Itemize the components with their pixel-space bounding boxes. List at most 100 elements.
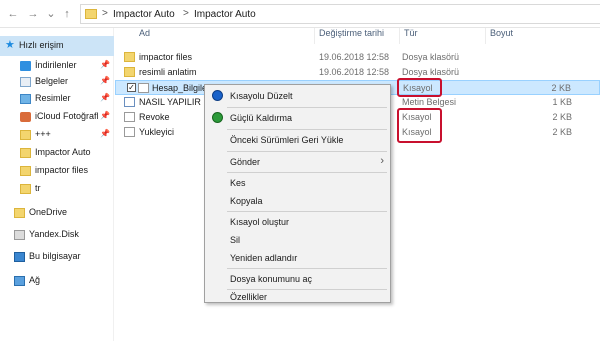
- documents-icon: [20, 77, 31, 87]
- folder-icon: [20, 184, 31, 194]
- address-field[interactable]: > Impactor Auto > Impactor Auto: [80, 4, 600, 24]
- back-arrow-icon[interactable]: ←: [6, 6, 20, 22]
- folder-icon: [20, 130, 31, 140]
- file-type: Dosya klasörü: [402, 52, 460, 62]
- menu-item-label: Kes: [230, 178, 246, 188]
- column-header-name[interactable]: Ad: [139, 28, 150, 42]
- menu-item-create-shortcut[interactable]: Kısayol oluştur: [205, 213, 390, 231]
- menu-separator: [227, 268, 387, 269]
- file-size: 2 KB: [551, 83, 571, 93]
- folder-icon: [124, 52, 135, 62]
- breadcrumb-separator: >: [183, 8, 189, 19]
- file-name: Yukleyici: [139, 127, 175, 137]
- file-row[interactable]: impactor files 19.06.2018 12:58 Dosya kl…: [115, 50, 600, 65]
- pin-icon[interactable]: 📌: [100, 129, 110, 138]
- navigation-pane: ★ Hızlı erişim İndirilenler 📌 Belgeler 📌…: [0, 28, 114, 341]
- column-header-date[interactable]: Değiştirme tarihi: [319, 28, 384, 42]
- onedrive-icon: [14, 208, 25, 218]
- sidebar-item-quick-access[interactable]: ★ Hızlı erişim: [0, 36, 114, 56]
- menu-item-label: Kopyala: [230, 196, 263, 206]
- breadcrumb-item[interactable]: Impactor Auto: [113, 9, 175, 20]
- download-icon: [20, 61, 31, 71]
- menu-item-copy[interactable]: Kopyala: [205, 192, 390, 210]
- menu-separator: [227, 129, 387, 130]
- menu-item-label: Dosya konumunu aç: [230, 274, 313, 284]
- sidebar-item-label: tr: [35, 183, 41, 193]
- submenu-arrow-icon: ›: [380, 155, 384, 167]
- sidebar-item-tr[interactable]: tr: [0, 179, 114, 199]
- menu-separator: [227, 211, 387, 212]
- sidebar-item-label: iCloud Fotoğrafl: [35, 111, 99, 121]
- checkbox-icon[interactable]: ✓: [127, 83, 136, 92]
- menu-item-send-to[interactable]: Gönder ›: [205, 153, 390, 171]
- highlight-box: [397, 108, 442, 143]
- sidebar-item-icloud-photos[interactable]: iCloud Fotoğrafl 📌: [0, 107, 114, 127]
- pin-icon[interactable]: 📌: [100, 60, 110, 69]
- up-arrow-icon[interactable]: ↑: [60, 6, 74, 22]
- file-type: Dosya klasörü: [402, 67, 460, 77]
- shortcut-icon: [138, 83, 149, 93]
- forward-arrow-icon[interactable]: →: [26, 6, 40, 22]
- menu-item-label: Güçlü Kaldırma: [230, 113, 293, 123]
- menu-item-rename[interactable]: Yeniden adlandır: [205, 249, 390, 267]
- column-divider[interactable]: [399, 28, 400, 44]
- icloud-icon: [20, 112, 31, 122]
- pin-icon[interactable]: 📌: [100, 93, 110, 102]
- menu-item-delete[interactable]: Sil: [205, 231, 390, 249]
- menu-separator: [227, 172, 387, 173]
- breadcrumb-item[interactable]: Impactor Auto: [194, 9, 256, 20]
- uninstall-icon: [212, 112, 223, 123]
- menu-item-restore-versions[interactable]: Önceki Sürümleri Geri Yükle: [205, 131, 390, 149]
- sidebar-item-network[interactable]: Ağ: [0, 271, 114, 291]
- menu-item-label: Yeniden adlandır: [230, 253, 298, 263]
- highlight-box: [397, 78, 442, 97]
- sidebar-item-label: Ağ: [29, 275, 41, 285]
- menu-item-label: Kısayol oluştur: [230, 217, 290, 227]
- folder-icon: [20, 166, 31, 176]
- folder-icon: [124, 67, 135, 77]
- file-name: resimli anlatim: [139, 67, 197, 77]
- recent-locations-icon[interactable]: ⌄: [44, 6, 58, 22]
- text-document-icon: [124, 97, 135, 107]
- network-icon: [14, 276, 25, 286]
- sidebar-item-label: Yandex.Disk: [29, 229, 79, 239]
- context-menu: Kısayolu Düzelt Güçlü Kaldırma Önceki Sü…: [204, 84, 391, 303]
- menu-item-label: Kısayolu Düzelt: [230, 91, 293, 101]
- menu-separator: [227, 151, 387, 152]
- sidebar-item-impactor-auto[interactable]: Impactor Auto: [0, 143, 114, 163]
- file-size: 2 KB: [552, 112, 572, 122]
- sidebar-item-label: impactor files: [35, 165, 89, 175]
- menu-item-label: Gönder: [230, 157, 261, 167]
- sidebar-item-impactor-files[interactable]: impactor files: [0, 161, 114, 181]
- menu-item-force-uninstall[interactable]: Güçlü Kaldırma: [205, 109, 390, 127]
- yandex-disk-icon: [14, 230, 25, 240]
- menu-item-properties[interactable]: Özellikler: [205, 284, 390, 302]
- sidebar-item-label: Hızlı erişim: [19, 40, 64, 50]
- file-type: Metin Belgesi: [402, 97, 457, 107]
- sidebar-item-this-pc[interactable]: Bu bilgisayar: [0, 247, 114, 267]
- shortcut-icon: [124, 112, 135, 122]
- menu-separator: [227, 107, 387, 108]
- menu-item-label: Özellikler: [230, 292, 268, 302]
- menu-item-label: Sil: [230, 235, 241, 245]
- sidebar-item-yandex-disk[interactable]: Yandex.Disk: [0, 225, 114, 245]
- sidebar-item-plus[interactable]: +++ 📌: [0, 125, 114, 145]
- fix-shortcut-icon: [212, 90, 223, 101]
- file-size: 1 KB: [552, 97, 572, 107]
- column-header-size[interactable]: Boyut: [490, 28, 513, 42]
- computer-icon: [14, 252, 25, 262]
- sidebar-item-label: İndirilenler: [35, 60, 77, 70]
- column-header-type[interactable]: Tür: [404, 28, 418, 42]
- menu-item-cut[interactable]: Kes: [205, 174, 390, 192]
- file-size: 2 KB: [552, 127, 572, 137]
- column-divider[interactable]: [314, 28, 315, 44]
- pin-icon[interactable]: 📌: [100, 111, 110, 120]
- sidebar-item-pictures[interactable]: Resimler 📌: [0, 89, 114, 109]
- menu-item-fix-shortcut[interactable]: Kısayolu Düzelt: [205, 87, 390, 105]
- pin-icon[interactable]: 📌: [100, 76, 110, 85]
- sidebar-item-label: OneDrive: [29, 207, 68, 217]
- pictures-icon: [20, 94, 31, 104]
- column-divider[interactable]: [485, 28, 486, 44]
- sidebar-item-onedrive[interactable]: OneDrive: [0, 203, 114, 223]
- file-row[interactable]: resimli anlatim 19.06.2018 12:58 Dosya k…: [115, 65, 600, 80]
